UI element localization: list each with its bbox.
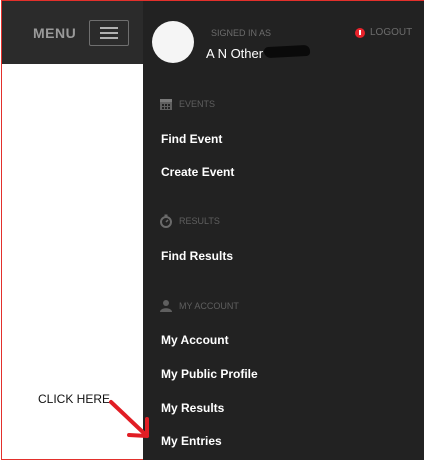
stopwatch-icon bbox=[159, 214, 173, 228]
section-heading-results: RESULTS bbox=[159, 214, 220, 228]
section-heading-label: RESULTS bbox=[179, 216, 220, 226]
power-icon bbox=[355, 27, 365, 38]
nav-item-create-event[interactable]: Create Event bbox=[161, 165, 234, 179]
hamburger-icon bbox=[100, 32, 118, 34]
user-name: A N Other bbox=[206, 46, 264, 61]
user-icon bbox=[159, 299, 173, 313]
logout-link[interactable]: LOGOUT bbox=[355, 27, 412, 38]
avatar bbox=[152, 21, 194, 63]
section-heading-label: MY ACCOUNT bbox=[179, 301, 239, 311]
section-heading-account: MY ACCOUNT bbox=[159, 299, 239, 313]
hamburger-icon bbox=[100, 37, 118, 39]
click-here-annotation: CLICK HERE bbox=[38, 392, 111, 406]
logout-label: LOGOUT bbox=[370, 27, 413, 38]
calendar-icon bbox=[159, 97, 173, 111]
navigation-drawer bbox=[143, 1, 424, 460]
nav-item-my-account[interactable]: My Account bbox=[161, 333, 229, 347]
section-heading-label: EVENTS bbox=[179, 99, 216, 109]
nav-item-find-event[interactable]: Find Event bbox=[161, 132, 222, 146]
section-heading-events: EVENTS bbox=[159, 97, 215, 111]
nav-item-my-entries[interactable]: My Entries bbox=[161, 434, 222, 448]
nav-item-find-results[interactable]: Find Results bbox=[161, 249, 233, 263]
nav-item-my-results[interactable]: My Results bbox=[161, 401, 224, 415]
red-arrow-icon bbox=[103, 398, 159, 451]
signed-in-label: SIGNED IN AS bbox=[211, 28, 272, 38]
nav-item-my-public-profile[interactable]: My Public Profile bbox=[161, 367, 258, 381]
hamburger-icon bbox=[100, 27, 118, 29]
menu-label: MENU bbox=[33, 25, 77, 41]
hamburger-menu-button[interactable] bbox=[89, 20, 129, 46]
